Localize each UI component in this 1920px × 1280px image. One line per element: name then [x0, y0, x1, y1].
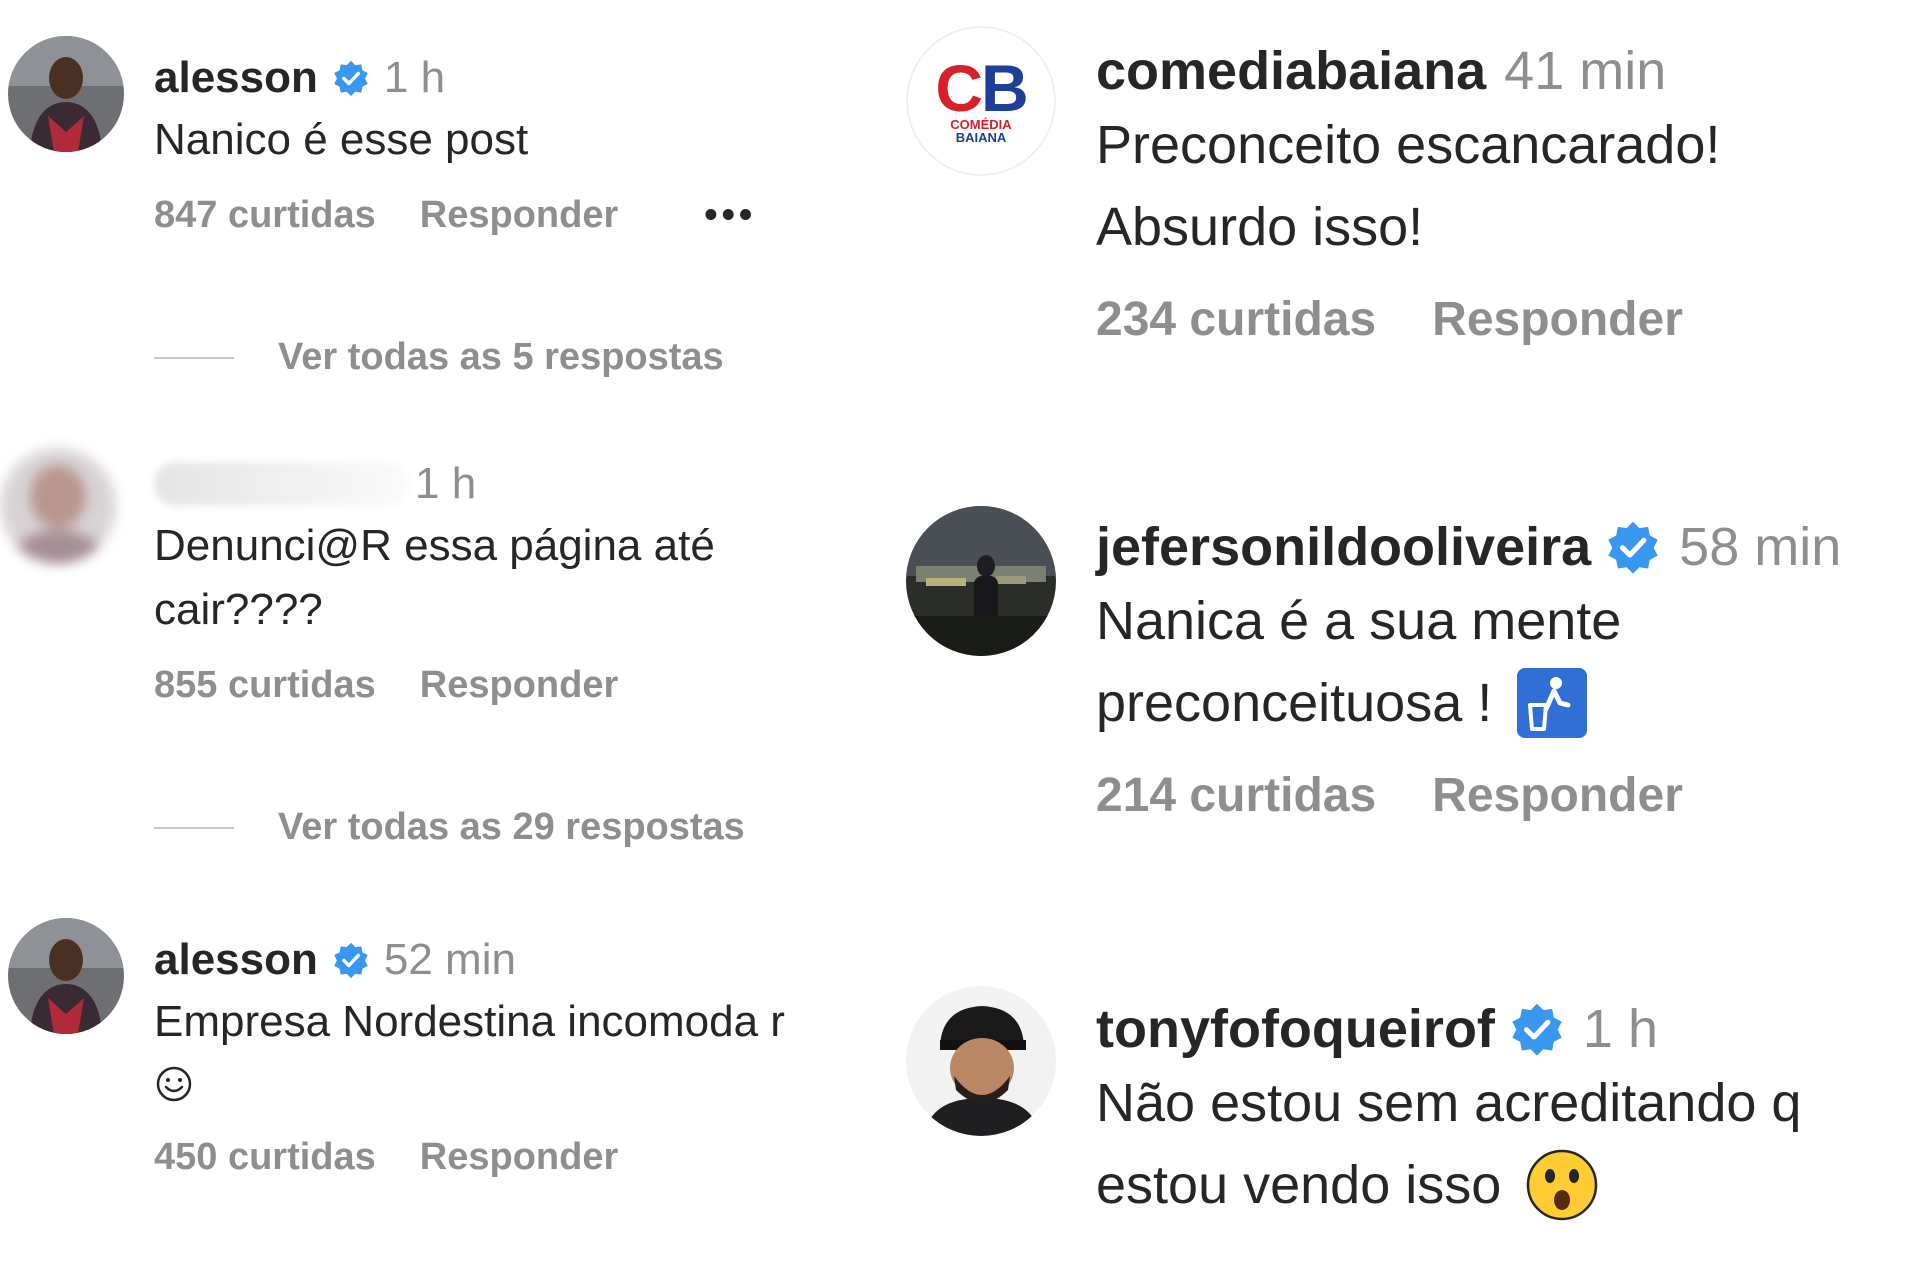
verified-badge-icon — [332, 941, 370, 979]
view-replies-link[interactable]: Ver todas as 29 respostas — [154, 806, 745, 849]
comment-text-line: Absurdo isso! — [1096, 197, 1424, 257]
verified-badge-icon — [332, 59, 370, 97]
divider — [154, 356, 234, 359]
comment-username[interactable]: jefersonildooliveira — [1096, 514, 1591, 580]
view-replies-label: Ver todas as 5 respostas — [278, 336, 724, 378]
comment-text: Empresa Nordestina incomoda r — [154, 997, 785, 1046]
divider — [154, 826, 234, 829]
blurred-username[interactable] — [154, 462, 409, 506]
comment-username[interactable]: comediabaiana — [1096, 38, 1486, 104]
reply-button[interactable]: Responder — [420, 1136, 618, 1179]
comment-text-line: estou vendo isso — [1096, 1155, 1502, 1215]
comment-text-line: Não estou sem acreditando q — [1096, 1073, 1802, 1133]
reply-button[interactable]: Responder — [420, 664, 618, 707]
reply-button[interactable]: Responder — [1432, 292, 1683, 347]
more-options-icon[interactable]: ••• — [704, 194, 756, 237]
comment-time: 1 h — [383, 53, 446, 102]
avatar[interactable] — [906, 506, 1056, 656]
comment-time: 58 min — [1679, 517, 1842, 577]
comment-username[interactable]: alesson — [154, 932, 318, 988]
view-replies-label: Ver todas as 29 respostas — [278, 806, 745, 848]
comment-time: 41 min — [1504, 41, 1667, 101]
comment-username[interactable]: alesson — [154, 50, 318, 106]
likes-count[interactable]: 234 curtidas — [1096, 292, 1376, 347]
avatar[interactable] — [0, 448, 116, 564]
comment-text-line: Nanica é a sua mente — [1096, 591, 1622, 651]
likes-count[interactable]: 450 curtidas — [154, 1136, 376, 1179]
likes-count[interactable]: 855 curtidas — [154, 664, 376, 707]
verified-badge-icon — [1509, 1001, 1565, 1057]
likes-count[interactable]: 214 curtidas — [1096, 768, 1376, 823]
comment-text: Nanico é esse post — [154, 115, 529, 164]
avatar[interactable] — [8, 918, 124, 1034]
comment-text-line: preconceituosa ! — [1096, 673, 1493, 733]
astonished-face-icon — [1525, 1148, 1599, 1222]
reply-button[interactable]: Responder — [1432, 768, 1683, 823]
right-comment-column: CB COMÉDIA BAIANA comediabaiana 41 min P… — [880, 0, 1920, 1280]
comment-username[interactable]: tonyfofoqueirof — [1096, 996, 1495, 1062]
comment-time: 1 h — [415, 459, 477, 508]
avatar[interactable] — [8, 36, 124, 152]
comedia-baiana-logo: CB COMÉDIA BAIANA — [906, 26, 1056, 176]
comment-text: Denunci@R essa página até cair???? — [154, 521, 715, 634]
comment-time: 52 min — [383, 935, 516, 984]
comment-time: 1 h — [1582, 999, 1658, 1059]
verified-badge-icon — [1605, 519, 1661, 575]
smiley-face-icon — [154, 1064, 194, 1109]
avatar[interactable]: CB COMÉDIA BAIANA — [906, 26, 1056, 176]
view-replies-link[interactable]: Ver todas as 5 respostas — [154, 336, 724, 379]
left-comment-column: alesson 1 h Nanico é esse post 847 curti… — [0, 0, 880, 1280]
likes-count[interactable]: 847 curtidas — [154, 194, 376, 237]
trash-bin-icon — [1516, 667, 1588, 739]
avatar[interactable] — [906, 986, 1056, 1136]
comment-text-line: Preconceito escancarado! — [1096, 115, 1721, 175]
reply-button[interactable]: Responder — [420, 194, 618, 237]
